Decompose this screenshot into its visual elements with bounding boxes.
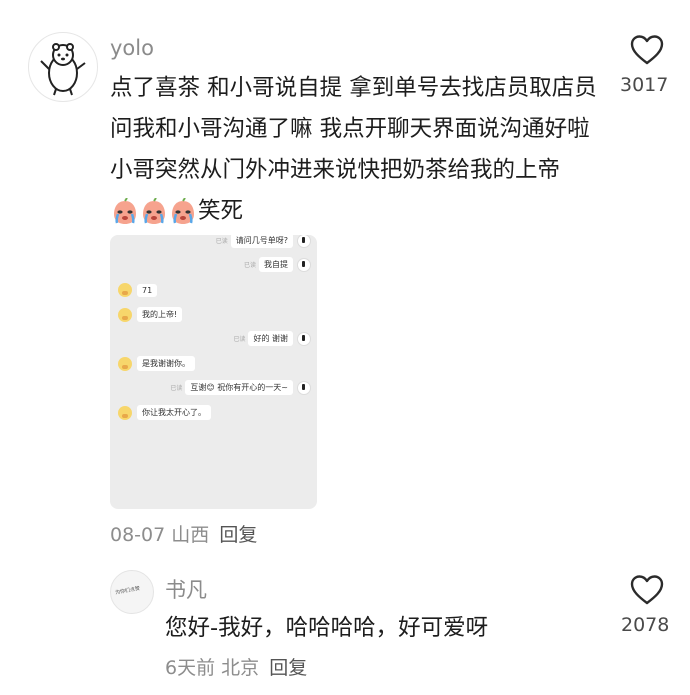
reply-button[interactable]: 回复: [269, 657, 307, 679]
chat-screenshot-image[interactable]: 已读 请问几号单呀? 已读 我自提 71 我的上帝! 已读 好的 谢谢 是我谢谢…: [110, 235, 317, 509]
chat-bubble: 请问几号单呀?: [230, 235, 293, 248]
chat-bubble: 是我谢谢你。: [137, 356, 195, 371]
chat-message: 是我谢谢你。: [118, 356, 195, 371]
polar-bear-icon: [40, 43, 86, 96]
reply-date: 6天前: [165, 657, 216, 679]
comment-meta: 08-07 山西 回复: [110, 520, 257, 547]
read-status: 已读: [215, 238, 228, 245]
crying-peach-icon: [143, 197, 165, 224]
user-avatar-small: [297, 331, 311, 346]
chat-message: 我的上帝!: [118, 307, 183, 322]
courier-avatar: [118, 405, 132, 420]
reply-meta: 6天前 北京 回复: [165, 653, 307, 680]
heart-like-icon[interactable]: [629, 34, 665, 66]
reply-user-avatar[interactable]: 为你们点赞: [110, 570, 154, 614]
chat-message: 已读 好的 谢谢: [233, 331, 311, 346]
read-status: 已读: [243, 262, 256, 269]
user-avatar-small: [297, 235, 311, 248]
emoji-group: [111, 197, 197, 226]
comment-text: 点了喜茶 和小哥说自提 拿到单号去找店员取店员问我和小哥沟通了嘛 我点开聊天界面…: [110, 68, 610, 232]
chat-message: 已读 互谢😊 祝你有开心的一天~: [170, 380, 311, 395]
chat-bubble: 互谢😊 祝你有开心的一天~: [185, 380, 293, 395]
comment-text-tail: 笑死: [198, 198, 244, 224]
read-status: 已读: [233, 336, 246, 343]
comment-location: 山西: [171, 524, 210, 546]
read-status: 已读: [170, 385, 183, 392]
reply-location: 北京: [221, 657, 260, 679]
chat-message: 已读 我自提: [244, 257, 311, 272]
reply-like-count: 2078: [621, 614, 670, 636]
chat-bubble: 71: [137, 283, 158, 297]
crying-peach-icon: [114, 197, 136, 224]
crying-peach-icon: [172, 197, 194, 224]
courier-avatar: [118, 283, 132, 297]
courier-avatar: [118, 356, 132, 371]
chat-message: 已读 请问几号单呀?: [216, 235, 311, 248]
user-avatar-small: [297, 257, 311, 272]
chat-bubble: 好的 谢谢: [248, 331, 293, 346]
reply-username[interactable]: 书凡: [165, 574, 207, 604]
courier-avatar: [118, 307, 132, 322]
comment-username[interactable]: yolo: [110, 36, 154, 60]
chat-bubble: 你让我太开心了。: [137, 405, 211, 420]
chat-message: 你让我太开心了。: [118, 405, 211, 420]
user-avatar[interactable]: [28, 32, 98, 102]
user-avatar-small: [297, 380, 311, 395]
heart-like-icon[interactable]: [629, 574, 665, 606]
comment-date: 08-07: [110, 524, 166, 546]
like-count: 3017: [620, 74, 669, 96]
comment-text-main: 点了喜茶 和小哥说自提 拿到单号去找店员取店员问我和小哥沟通了嘛 我点开聊天界面…: [110, 75, 597, 183]
reply-button[interactable]: 回复: [219, 524, 257, 546]
chat-bubble: 我自提: [259, 257, 293, 272]
chat-bubble: 我的上帝!: [137, 307, 183, 322]
avatar-text: 为你们点赞: [114, 585, 141, 597]
chat-message: 71: [118, 283, 158, 297]
reply-text: 您好-我好，哈哈哈哈，好可爱呀: [165, 615, 489, 641]
